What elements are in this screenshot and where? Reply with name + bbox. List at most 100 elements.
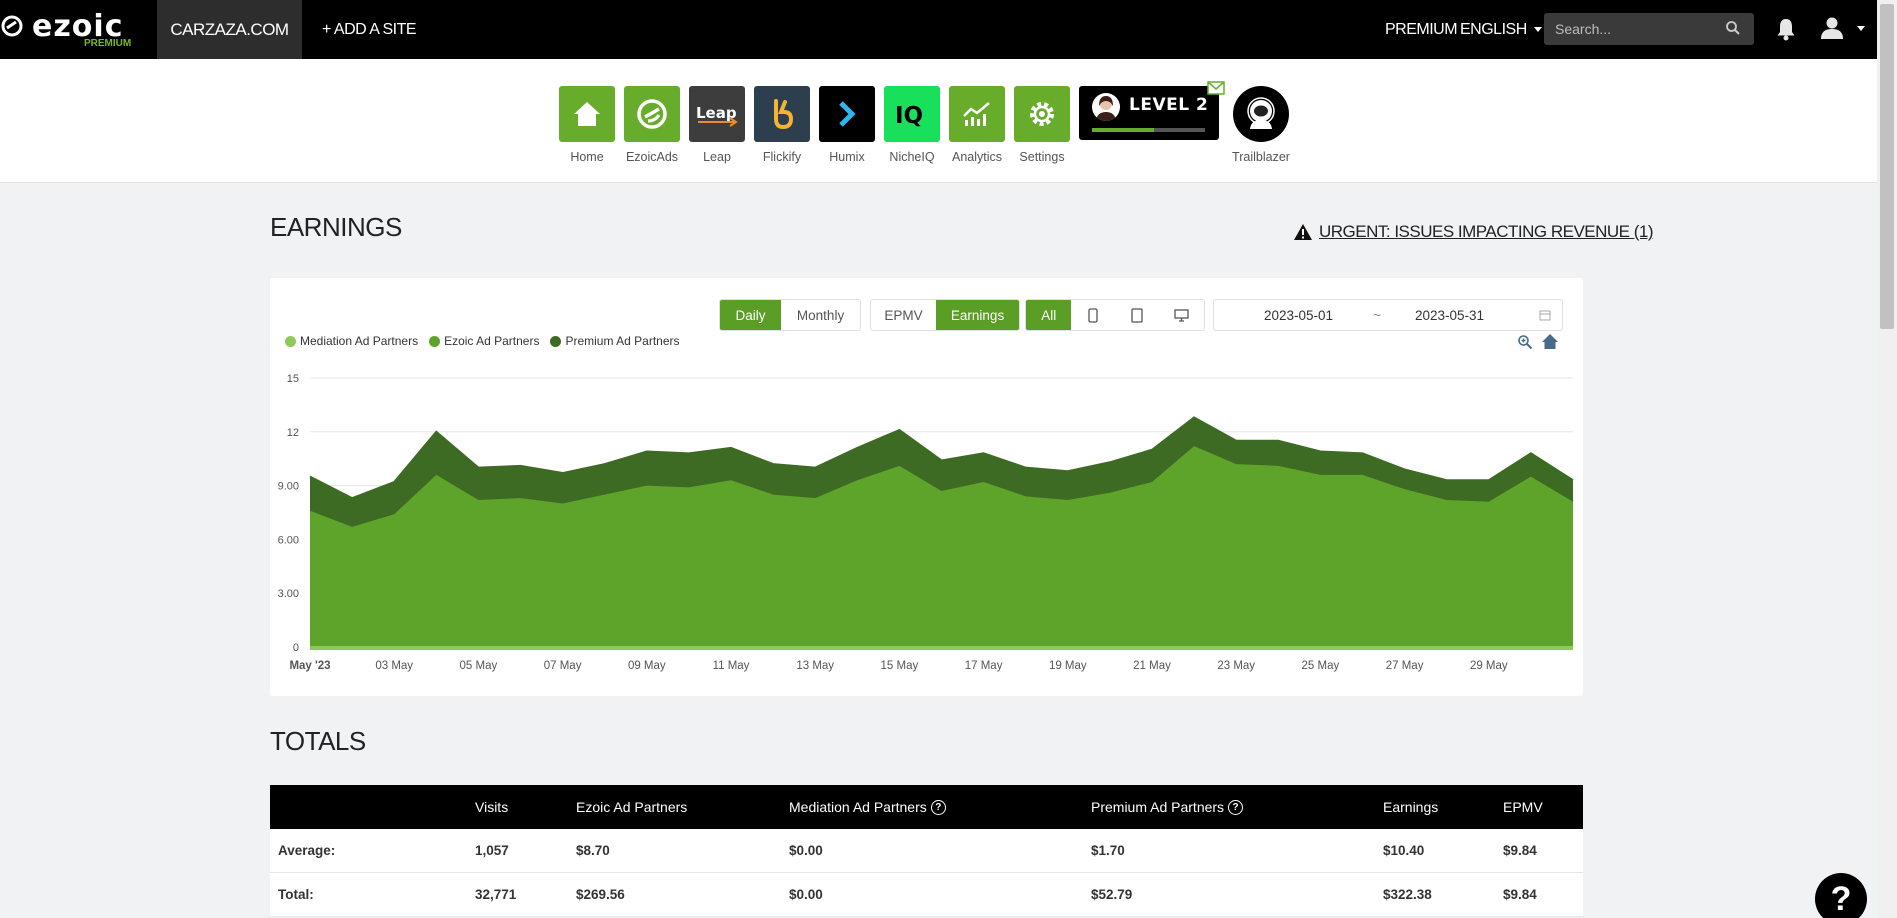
- header-premium-label: Premium Ad Partners: [1091, 799, 1225, 815]
- logo-subtitle: PREMIUM: [84, 38, 132, 49]
- table-header: Visits Ezoic Ad Partners Mediation Ad Pa…: [270, 785, 1583, 829]
- app-leap[interactable]: Leap Leap: [689, 86, 745, 164]
- premium-link[interactable]: PREMIUM: [1385, 0, 1458, 59]
- y-tick-label: 15: [287, 373, 299, 385]
- app-humix[interactable]: Humix: [819, 86, 875, 164]
- app-settings[interactable]: Settings: [1014, 86, 1070, 164]
- trailblazer-tile[interactable]: [1233, 86, 1289, 142]
- trailblazer-button[interactable]: Trailblazer: [1232, 86, 1290, 164]
- y-tick-label: 3.00: [278, 588, 299, 600]
- humix-tile[interactable]: [819, 86, 875, 142]
- user-icon[interactable]: [1820, 16, 1844, 40]
- x-tick-label: 15 May: [881, 660, 919, 672]
- flickify-tile[interactable]: [754, 86, 810, 142]
- scrollbar-thumb[interactable]: [1880, 4, 1894, 329]
- help-button[interactable]: ?: [1815, 873, 1867, 918]
- language-label: ENGLISH: [1460, 20, 1527, 38]
- y-tick-label: 12: [287, 427, 299, 439]
- cell-ezoic: $8.70: [576, 843, 610, 858]
- bell-icon[interactable]: [1776, 17, 1796, 41]
- humix-icon: [839, 101, 856, 127]
- totals-table: Visits Ezoic Ad Partners Mediation Ad Pa…: [270, 785, 1583, 917]
- y-tick-label: 0: [293, 642, 299, 654]
- help-icon[interactable]: ?: [1228, 799, 1244, 815]
- home-icon: [574, 102, 600, 126]
- level-progress-fill: [1092, 128, 1155, 132]
- x-tick-label: 07 May: [544, 660, 582, 672]
- analytics-tile[interactable]: [949, 86, 1005, 142]
- x-tick-label: 25 May: [1302, 660, 1340, 672]
- cell-earnings: $322.38: [1383, 887, 1432, 902]
- cell-mediation: $0.00: [789, 887, 823, 902]
- level-progress-bar: [1092, 128, 1205, 132]
- cell-premium: $52.79: [1091, 887, 1133, 902]
- app-ezoicads[interactable]: EzoicAds: [624, 86, 680, 164]
- header-earnings: Earnings: [1383, 799, 1439, 815]
- ezoic-logo-icon: [1, 15, 23, 37]
- earnings-chart-card: Daily Monthly EPMV Earnings All 2023-05-…: [270, 278, 1583, 696]
- x-tick-label: May '23: [289, 660, 330, 672]
- row-label: Total:: [278, 887, 314, 902]
- site-selector[interactable]: CARZAZA.COM: [157, 0, 302, 59]
- leap-tile[interactable]: Leap: [689, 86, 745, 142]
- app-label: Trailblazer: [1232, 150, 1290, 164]
- add-site-link[interactable]: + ADD A SITE: [322, 0, 417, 59]
- cell-visits: 32,771: [475, 887, 517, 902]
- top-navbar: ezoic PREMIUM CARZAZA.COM + ADD A SITE P…: [0, 0, 1877, 59]
- help-icon[interactable]: ?: [930, 799, 946, 815]
- y-tick-label: 6.00: [278, 534, 299, 546]
- header-epmv: EPMV: [1503, 799, 1543, 815]
- x-tick-label: 11 May: [713, 660, 750, 672]
- astronaut-icon: [1247, 97, 1275, 129]
- cell-mediation: $0.00: [789, 843, 823, 858]
- app-launcher-bar: Home EzoicAds Leap Leap Flickify Humix I…: [0, 59, 1877, 183]
- mail-icon[interactable]: [1207, 81, 1225, 95]
- app-flickify[interactable]: Flickify: [754, 86, 810, 164]
- nicheiq-icon: IQ: [895, 103, 923, 129]
- header-visits: Visits: [475, 799, 509, 815]
- y-tick-label: 9.00: [278, 481, 299, 493]
- header-ezoic: Ezoic Ad Partners: [576, 799, 688, 815]
- chevron-down-icon[interactable]: [1857, 26, 1865, 31]
- x-tick-label: 29 May: [1470, 660, 1508, 672]
- settings-icon: [1030, 102, 1054, 126]
- flickify-icon: [774, 99, 794, 130]
- page-scrollbar[interactable]: [1877, 0, 1897, 918]
- analytics-icon: [963, 102, 990, 126]
- nicheiq-tile[interactable]: IQ: [884, 86, 940, 142]
- level-badge[interactable]: LEVEL 2: [1079, 86, 1219, 140]
- cell-visits: 1,057: [475, 843, 509, 858]
- app-nicheiq[interactable]: IQ NicheIQ: [884, 86, 940, 164]
- language-dropdown[interactable]: ENGLISH: [1460, 0, 1542, 59]
- app-analytics[interactable]: Analytics: [949, 86, 1005, 164]
- urgent-issues-link[interactable]: URGENT: ISSUES IMPACTING REVENUE (1): [1293, 222, 1654, 242]
- table-row: Average: 1,057 $8.70 $0.00 $1.70 $10.40 …: [270, 829, 1583, 873]
- warning-icon: [1294, 224, 1312, 240]
- search-input[interactable]: [1544, 13, 1754, 45]
- svg-text:IQ: IQ: [895, 103, 923, 129]
- row-label: Average:: [278, 843, 336, 858]
- leap-icon: Leap: [696, 104, 738, 127]
- app-label: Settings: [1019, 150, 1065, 164]
- home-tile[interactable]: [559, 86, 615, 142]
- x-tick-label: 13 May: [796, 660, 834, 672]
- x-tick-label: 21 May: [1133, 660, 1171, 672]
- earnings-title: EARNINGS: [270, 212, 402, 242]
- avatar: [1092, 93, 1120, 121]
- settings-tile[interactable]: [1014, 86, 1070, 142]
- ezoic-logo[interactable]: ezoic PREMIUM: [0, 6, 150, 52]
- search-icon[interactable]: [1725, 20, 1741, 36]
- table-row: Total: 32,771 $269.56 $0.00 $52.79 $322.…: [270, 873, 1583, 917]
- header-mediation: Mediation Ad Partners?: [789, 785, 946, 829]
- x-tick-label: 23 May: [1217, 660, 1255, 672]
- app-home[interactable]: Home: [559, 86, 615, 164]
- cell-epmv: $9.84: [1503, 843, 1537, 858]
- urgent-text: URGENT: ISSUES IMPACTING REVENUE (1): [1319, 222, 1654, 241]
- ezoicads-tile[interactable]: [624, 86, 680, 142]
- level-text: LEVEL 2: [1129, 95, 1209, 115]
- x-tick-label: 27 May: [1386, 660, 1424, 672]
- cell-earnings: $10.40: [1383, 843, 1425, 858]
- cell-ezoic: $269.56: [576, 887, 625, 902]
- cell-premium: $1.70: [1091, 843, 1125, 858]
- mediation-baseline: [310, 646, 1573, 650]
